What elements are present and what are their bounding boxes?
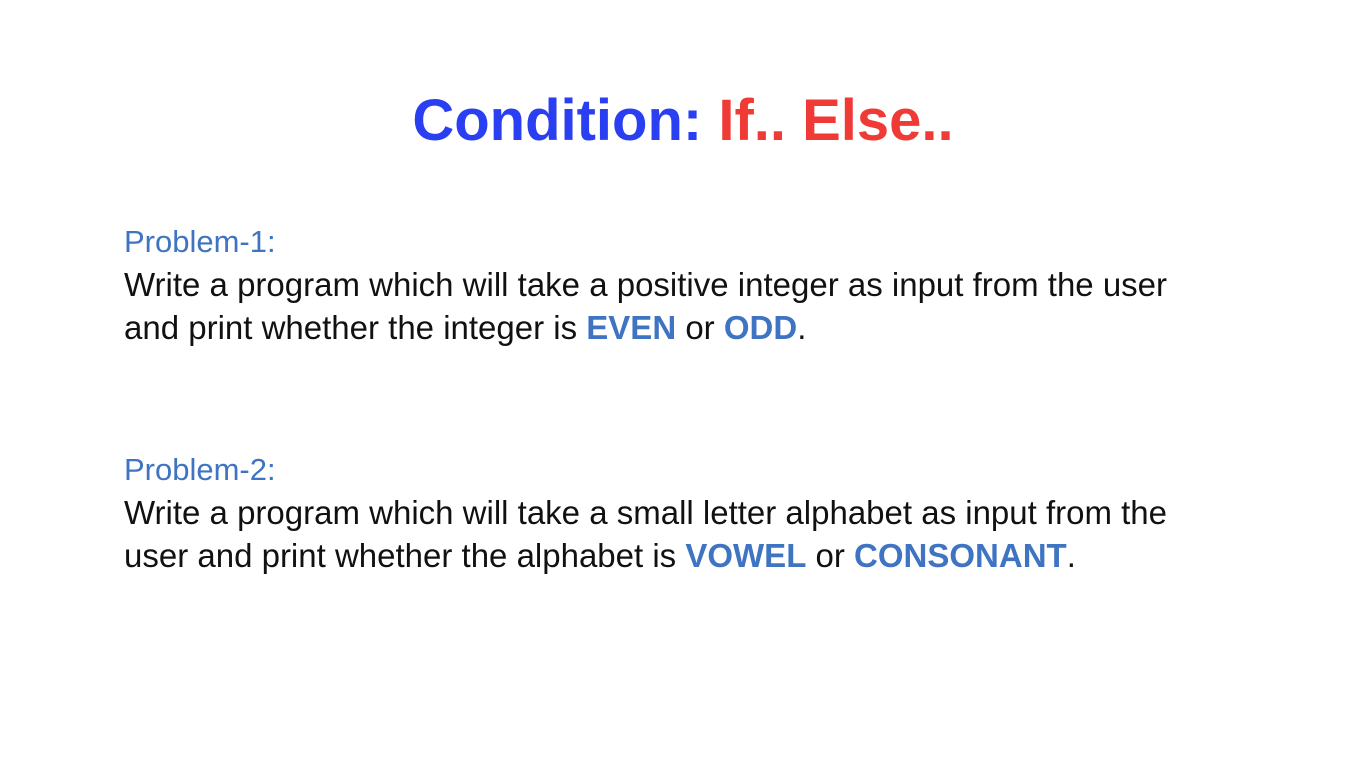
problem-label: Problem-2: (124, 452, 276, 487)
problem-description: Write a program which will take a small … (124, 491, 1264, 577)
problem-line-1: Write a program which will take a small … (124, 494, 1168, 531)
period: . (797, 309, 807, 346)
line-prefix: user and print whether the alphabet is (124, 537, 686, 574)
line-prefix: and print whether the integer is (124, 309, 587, 346)
problem-label: Problem-1: (124, 224, 276, 259)
slide: Condition: If.. Else.. Problem-1: Write … (0, 0, 1366, 768)
title-condition: Condition: (412, 88, 719, 153)
problem-2: Problem-2: Write a program which will ta… (124, 450, 1264, 577)
slide-title: Condition: If.. Else.. (0, 86, 1366, 156)
problem-description: Write a program which will take a positi… (124, 263, 1264, 349)
keyword-vowel: VOWEL (685, 537, 807, 574)
keyword-even: EVEN (586, 309, 677, 346)
connector-or: or (806, 537, 855, 574)
problem-line-1: Write a program which will take a positi… (124, 266, 1168, 303)
keyword-consonant: CONSONANT (854, 537, 1067, 574)
connector-or: or (676, 309, 724, 346)
problem-1: Problem-1: Write a program which will ta… (124, 222, 1264, 349)
problem-line-2: and print whether the integer is EVEN or… (124, 306, 1264, 349)
keyword-odd: ODD (723, 309, 798, 346)
title-if-else: If.. Else.. (718, 88, 954, 153)
period: . (1066, 537, 1076, 574)
problem-line-2: user and print whether the alphabet is V… (124, 534, 1264, 577)
